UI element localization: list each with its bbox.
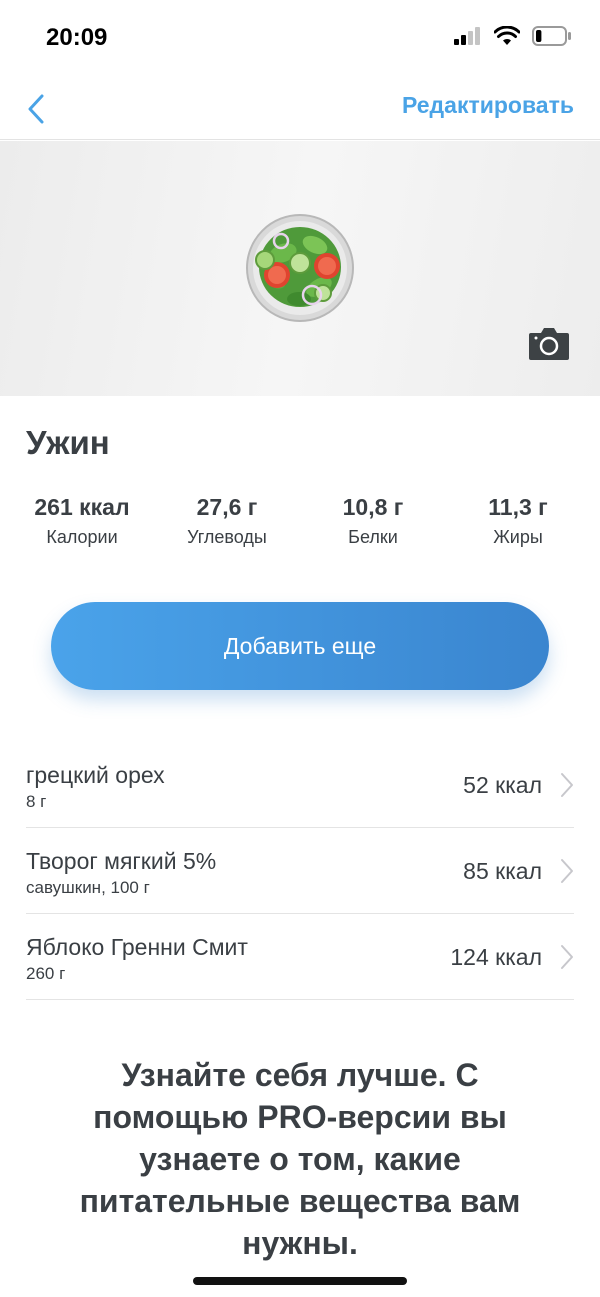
nutrients-summary: 261 ккал Калории 27,6 г Углеводы 10,8 г … [0, 494, 600, 554]
battery-icon [532, 26, 571, 46]
back-button[interactable] [22, 92, 52, 126]
food-calories: 52 ккал [463, 772, 542, 798]
wifi-icon [494, 26, 520, 45]
nutrient-label: Белки [348, 527, 398, 547]
food-list: грецкий орех 8 г 52 ккал Творог мягкий 5… [26, 742, 574, 1000]
nutrient-value: 10,8 г [342, 494, 404, 520]
camera-button[interactable] [528, 325, 570, 361]
food-list-item[interactable]: Яблоко Гренни Смит 260 г 124 ккал [26, 914, 574, 1000]
meal-photo-area [0, 141, 600, 396]
meal-title: Ужин [26, 424, 110, 461]
chevron-right-icon [561, 945, 573, 969]
nutrient-label: Калории [46, 527, 118, 547]
nutrient-value: 261 ккал [34, 494, 130, 520]
home-indicator[interactable] [193, 1277, 407, 1285]
food-list-item[interactable]: Творог мягкий 5% савушкин, 100 г 85 ккал [26, 828, 574, 914]
camera-icon [529, 328, 569, 360]
pro-promo-text: Узнайте себя лучше. С помощью PRO-версии… [79, 1057, 521, 1261]
nutrient-fat: 11,3 г Жиры [443, 494, 593, 548]
status-bar: 20:09 [0, 0, 600, 78]
food-portion: 8 г [26, 792, 47, 811]
chevron-left-icon [28, 94, 44, 124]
nutrient-value: 11,3 г [488, 494, 548, 520]
status-time: 20:09 [46, 24, 108, 51]
chevron-right-icon [561, 859, 573, 883]
nutrient-value: 27,6 г [196, 494, 258, 520]
food-name: Творог мягкий 5% [26, 848, 217, 874]
salad-bowl-icon [246, 214, 354, 322]
nutrient-protein: 10,8 г Белки [298, 494, 448, 548]
nutrient-label: Жиры [493, 527, 543, 547]
nutrient-calories: 261 ккал Калории [7, 494, 157, 548]
food-list-item[interactable]: грецкий орех 8 г 52 ккал [26, 742, 574, 828]
edit-button[interactable]: Редактировать [402, 92, 574, 119]
food-name: Яблоко Гренни Смит [26, 934, 248, 960]
add-more-button[interactable]: Добавить еще [51, 602, 549, 690]
food-portion: савушкин, 100 г [26, 878, 150, 897]
food-calories: 85 ккал [463, 858, 542, 884]
cellular-signal-icon [454, 27, 480, 45]
nutrient-carbs: 27,6 г Углеводы [152, 494, 302, 548]
nutrient-label: Углеводы [187, 527, 267, 547]
food-name: грецкий орех [26, 762, 165, 788]
food-calories: 124 ккал [450, 944, 542, 970]
chevron-right-icon [561, 773, 573, 797]
food-portion: 260 г [26, 964, 66, 983]
nav-bar: Редактировать [0, 78, 600, 140]
status-icons [454, 26, 572, 46]
